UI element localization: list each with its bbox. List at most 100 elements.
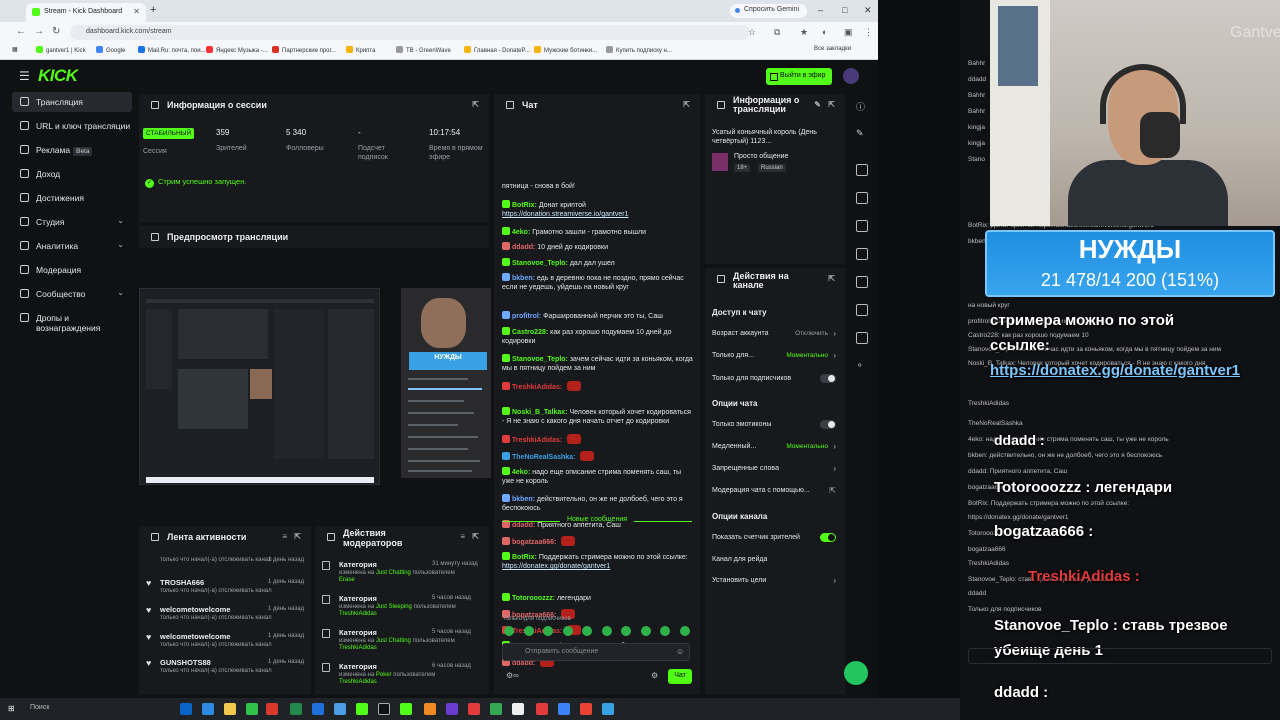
send-chat-button[interactable]: Чат bbox=[668, 669, 692, 684]
app-icon[interactable] bbox=[424, 703, 436, 715]
pencil-icon[interactable]: ✎ bbox=[856, 128, 868, 140]
url-input[interactable]: dashboard.kick.com/stream bbox=[70, 25, 750, 40]
chat-username[interactable]: ddadd: bbox=[512, 244, 535, 251]
tab-kick-dashboard[interactable]: Stream - Kick Dashboard ✕ bbox=[26, 3, 146, 22]
app-icon[interactable] bbox=[558, 703, 570, 715]
bookmark-item[interactable]: Крипта bbox=[346, 46, 375, 54]
chat-username[interactable]: Castro228: bbox=[512, 329, 548, 336]
chat-username[interactable]: 4eko: bbox=[512, 229, 530, 236]
edit-icon[interactable]: ✎ bbox=[814, 100, 821, 109]
popout-icon[interactable]: ⇱ bbox=[472, 532, 479, 542]
apps-icon[interactable]: ▦ bbox=[12, 46, 18, 53]
popout-icon[interactable]: ⇱ bbox=[828, 100, 835, 109]
sidebar-item-community[interactable]: Сообщество ⌄ bbox=[12, 284, 132, 304]
chat-username[interactable]: TheNoRealSashka: bbox=[512, 454, 575, 461]
app-icon[interactable] bbox=[400, 703, 412, 715]
sidebar-item-studio[interactable]: Студия ⌄ bbox=[12, 212, 132, 232]
emote-icon[interactable] bbox=[563, 626, 573, 636]
slow-mode-row[interactable]: Медленный... Моментально › bbox=[712, 442, 836, 451]
avatar[interactable] bbox=[843, 68, 859, 84]
app-icon[interactable] bbox=[180, 703, 192, 715]
bookmark-item[interactable]: Google bbox=[96, 46, 125, 54]
list-icon[interactable] bbox=[856, 220, 868, 232]
app-icon[interactable] bbox=[512, 703, 524, 715]
chat-username[interactable]: ddadd: bbox=[512, 660, 535, 667]
menu-icon[interactable]: ⋮ bbox=[864, 27, 873, 38]
banned-words-row[interactable]: Запрещенные слова › bbox=[712, 464, 836, 473]
close-window-icon[interactable]: ✕ bbox=[864, 5, 872, 16]
profile-icon[interactable]: ◐ bbox=[822, 27, 827, 37]
bookmark-item[interactable]: Главная - DonateP... bbox=[464, 46, 530, 54]
sidebar-item-drops[interactable]: Дропы и вознаграждения bbox=[12, 308, 132, 333]
filter-icon[interactable]: ≡ bbox=[460, 532, 465, 542]
chat-username[interactable]: BotRix: bbox=[512, 202, 537, 209]
chat-username[interactable]: Stanovoe_Teplo: bbox=[512, 260, 568, 267]
emote-icon[interactable] bbox=[543, 626, 553, 636]
chat-username[interactable]: bkben: bbox=[512, 496, 535, 503]
sidebar-item-income[interactable]: Доход bbox=[12, 164, 132, 184]
app-icon[interactable] bbox=[446, 703, 458, 715]
info-icon[interactable]: ⓘ bbox=[856, 100, 868, 112]
chat-username[interactable]: Totorooozzz: bbox=[512, 595, 555, 602]
bookmark-item[interactable]: Партнерские прог... bbox=[272, 46, 336, 54]
gear-icon[interactable]: ⚙ bbox=[651, 671, 658, 680]
kick-logo[interactable]: KICK bbox=[38, 66, 78, 86]
followers-only-row[interactable]: Только для... Моментально › bbox=[712, 351, 836, 360]
chat-username[interactable]: Stanovoe_Teplo: bbox=[512, 356, 568, 363]
close-tab-icon[interactable]: ✕ bbox=[133, 7, 140, 16]
bookmark-item[interactable]: Мужские ботинки... bbox=[534, 46, 597, 54]
chat-username[interactable]: 4eko: bbox=[512, 469, 530, 476]
app-icon[interactable] bbox=[312, 703, 324, 715]
go-live-button[interactable]: Выйти в эфир bbox=[766, 68, 832, 85]
layout-icon[interactable] bbox=[856, 164, 868, 176]
filter-icon[interactable]: ≡ bbox=[282, 532, 287, 541]
emote-icon[interactable] bbox=[621, 626, 631, 636]
chat-username[interactable]: profitrol: bbox=[512, 313, 541, 320]
emote-icon[interactable] bbox=[660, 626, 670, 636]
emote-icon[interactable] bbox=[524, 626, 534, 636]
app-icon[interactable] bbox=[536, 703, 548, 715]
app-icon[interactable] bbox=[602, 703, 614, 715]
sidebar-item-analytics[interactable]: Аналитика ⌄ bbox=[12, 236, 132, 256]
bookmark-item[interactable]: Mail.Ru: почта, пои... bbox=[138, 46, 206, 54]
app-icon[interactable] bbox=[334, 703, 346, 715]
set-goals-row[interactable]: Установить цели › bbox=[712, 576, 836, 585]
chat-username[interactable]: BotRix: bbox=[512, 554, 537, 561]
popout-icon[interactable]: ⇱ bbox=[683, 100, 690, 109]
ai-moderation-row[interactable]: Модерация чата с помощью... ⇱ bbox=[712, 486, 836, 495]
app-icon[interactable] bbox=[356, 703, 368, 715]
popout-icon[interactable]: ⇱ bbox=[472, 100, 479, 109]
bolt-icon[interactable] bbox=[856, 192, 868, 204]
app-icon[interactable] bbox=[468, 703, 480, 715]
emoji-icon[interactable]: ☺ bbox=[676, 647, 684, 656]
app-icon[interactable] bbox=[246, 703, 258, 715]
forward-icon[interactable]: → bbox=[34, 26, 44, 37]
emote-icon[interactable] bbox=[641, 626, 651, 636]
extensions-icon[interactable]: ⧉ bbox=[774, 27, 780, 38]
popout-icon[interactable]: ⇱ bbox=[828, 274, 835, 283]
server-icon[interactable] bbox=[856, 304, 868, 316]
download-icon[interactable]: ▣ bbox=[844, 27, 853, 38]
help-fab[interactable] bbox=[844, 661, 868, 685]
reload-icon[interactable]: ↻ bbox=[52, 26, 60, 37]
bookmark-item[interactable]: gantver1 | Kick bbox=[36, 46, 86, 54]
message-icon[interactable] bbox=[856, 248, 868, 260]
chat-username[interactable]: bogatzaa666: bbox=[512, 539, 556, 546]
app-icon[interactable] bbox=[580, 703, 592, 715]
sidebar-item-url-key[interactable]: URL и ключ трансляции bbox=[12, 116, 132, 136]
star-icon[interactable]: ☆ bbox=[748, 27, 756, 38]
sidebar-item-moderation[interactable]: Модерация bbox=[12, 260, 132, 280]
taskbar-search[interactable]: Поиск bbox=[30, 704, 49, 711]
chat-username[interactable]: TreshkiAdidas: bbox=[512, 437, 562, 444]
folder-icon[interactable] bbox=[224, 703, 236, 715]
back-icon[interactable]: ← bbox=[16, 26, 26, 37]
app-icon[interactable] bbox=[378, 703, 390, 715]
chat-username[interactable]: bkben: bbox=[512, 275, 535, 282]
hamburger-menu-icon[interactable]: ☰ bbox=[19, 69, 30, 83]
chat-username[interactable]: Noski_B_Talkax: bbox=[512, 409, 568, 416]
viewer-count-toggle[interactable] bbox=[820, 533, 836, 542]
settings-icon[interactable]: ⚙∞ bbox=[506, 671, 519, 680]
chat-username[interactable]: TreshkiAdidas: bbox=[512, 628, 562, 635]
link-icon[interactable] bbox=[856, 276, 868, 288]
sidebar-item-stream[interactable]: Трансляция bbox=[12, 92, 132, 112]
